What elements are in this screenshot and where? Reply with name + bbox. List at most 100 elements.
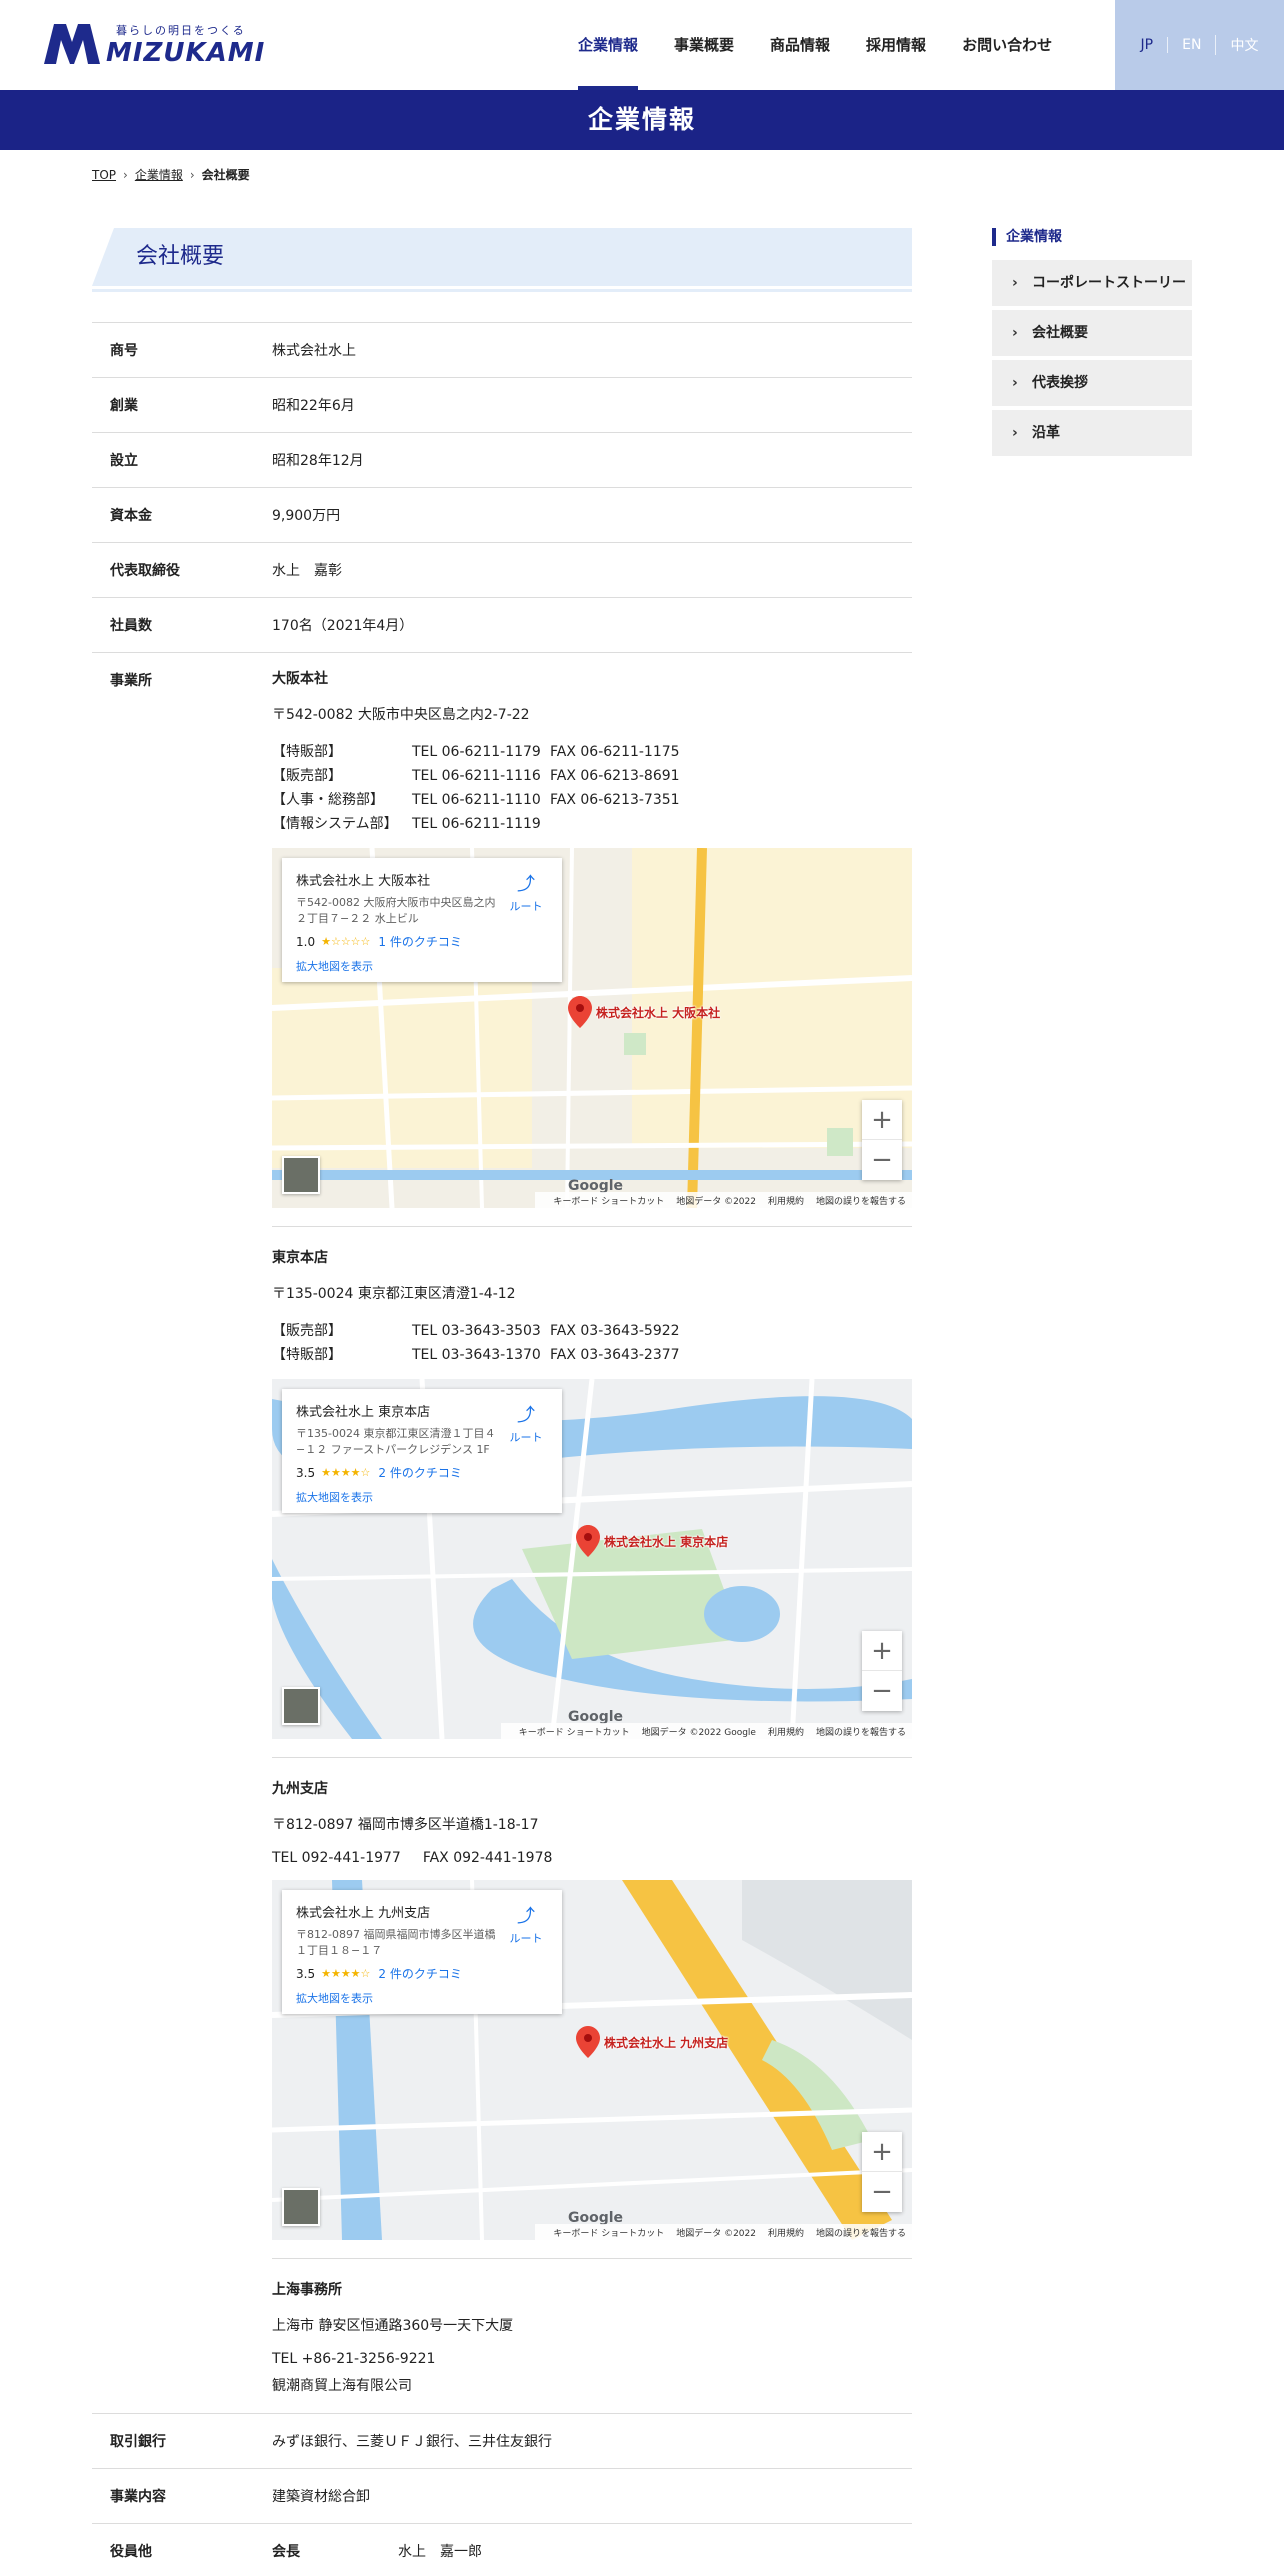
- keyboard-shortcuts-link[interactable]: キーボード ショートカット: [553, 2226, 664, 2239]
- terms-link[interactable]: 利用規約: [768, 2226, 804, 2239]
- view-larger-map-link[interactable]: 拡大地図を表示: [296, 1990, 548, 2006]
- map-pin-icon[interactable]: [568, 996, 592, 1028]
- report-error-link[interactable]: 地図の誤りを報告する: [816, 1194, 906, 1207]
- map-footer: キーボード ショートカット 地図データ ©2022 Google 利用規約 地図…: [500, 1723, 912, 1739]
- map-pin-label: 株式会社水上 九州支店: [604, 2036, 729, 2050]
- row-value: 会長 水上 嘉一郎: [230, 2523, 912, 2568]
- map-pin-icon[interactable]: [576, 2026, 600, 2058]
- route-button[interactable]: ⤴ ルート: [506, 1401, 546, 1445]
- breadcrumb-company-info[interactable]: 企業情報: [135, 166, 183, 183]
- map-zoom-control: + −: [862, 1631, 902, 1711]
- map-place-address: 〒812-0897 福岡県福岡市博多区半道橋１丁目１８−１７: [296, 1928, 496, 1957]
- map-zoom-control: + −: [862, 2132, 902, 2212]
- lang-en[interactable]: EN: [1167, 37, 1215, 53]
- row-label: 事業内容: [92, 2468, 230, 2524]
- zoom-in-button[interactable]: +: [862, 2132, 902, 2172]
- office-address: 〒135-0024 東京都江東区清澄1-4-12: [272, 1286, 516, 1302]
- row-value: 昭和22年6月: [230, 377, 912, 433]
- map-place-address: 〒542-0082 大阪府大阪市中央区島之内２丁目７−２２ 水上ビル: [296, 896, 496, 925]
- report-error-link[interactable]: 地図の誤りを報告する: [816, 2226, 906, 2239]
- map-satellite-toggle[interactable]: [282, 2188, 320, 2226]
- table-row: 代表取締役 水上 嘉彰: [92, 542, 912, 598]
- breadcrumb-top[interactable]: TOP: [92, 168, 116, 182]
- officer-row: 会長 水上 嘉一郎: [272, 2541, 912, 2561]
- section-heading: 会社概要: [92, 228, 912, 292]
- map-pin-icon[interactable]: [576, 1525, 600, 1557]
- row-value: 建築資材総合卸: [230, 2468, 912, 2524]
- route-button[interactable]: ⤴ ルート: [506, 870, 546, 914]
- office-name: 東京本店: [272, 1250, 328, 1266]
- contact-row: 【特販部】 TEL 03-3643-1370 FAX 03-3643-2377: [272, 1347, 680, 1363]
- nav-company-info[interactable]: 企業情報: [560, 0, 656, 90]
- lang-jp[interactable]: JP: [1127, 37, 1168, 53]
- office-name: 九州支店: [272, 1781, 328, 1797]
- row-value: 株式会社水上: [230, 322, 912, 378]
- contact-row: 【販売部】 TEL 06-6211-1116 FAX 06-6213-8691: [272, 768, 680, 784]
- directions-icon: ⤴: [517, 874, 535, 895]
- map-reviews-link[interactable]: 2 件のクチコミ: [378, 1464, 461, 1481]
- site-header: 暮らしの明日をつくる MIZUKAMI 企業情報 事業概要 商品情報 採用情報 …: [0, 0, 1284, 90]
- map-osaka[interactable]: 株式会社水上 大阪本社 〒542-0082 大阪府大阪市中央区島之内２丁目７−２…: [272, 848, 912, 1208]
- table-row-offices: 事業所 大阪本社 〒542-0082 大阪市中央区島之内2-7-22 【特販部】…: [92, 652, 912, 2414]
- sidebar-item-greeting[interactable]: 代表挨拶: [992, 360, 1192, 406]
- directions-icon: ⤴: [517, 1405, 535, 1426]
- map-rating: 3.5 ★★★★☆ 2 件のクチコミ: [296, 1464, 462, 1481]
- map-reviews-link[interactable]: 1 件のクチコミ: [378, 933, 461, 950]
- nav-contact[interactable]: お問い合わせ: [944, 0, 1070, 90]
- zoom-out-button[interactable]: −: [862, 2172, 902, 2212]
- map-satellite-toggle[interactable]: [282, 1156, 320, 1194]
- map-info-card: 株式会社水上 大阪本社 〒542-0082 大阪府大阪市中央区島之内２丁目７−２…: [282, 858, 562, 982]
- terms-link[interactable]: 利用規約: [768, 1194, 804, 1207]
- office-address: 〒542-0082 大阪市中央区島之内2-7-22: [272, 707, 530, 723]
- zoom-out-button[interactable]: −: [862, 1671, 902, 1711]
- main-nav: 企業情報 事業概要 商品情報 採用情報 お問い合わせ: [560, 0, 1070, 90]
- row-label: 設立: [92, 432, 230, 488]
- breadcrumb-current: 会社概要: [201, 168, 250, 182]
- keyboard-shortcuts-link[interactable]: キーボード ショートカット: [553, 1194, 664, 1207]
- chevron-right-icon: ›: [189, 167, 195, 182]
- nav-business-overview[interactable]: 事業概要: [656, 0, 752, 90]
- zoom-out-button[interactable]: −: [862, 1140, 902, 1180]
- zoom-in-button[interactable]: +: [862, 1631, 902, 1671]
- map-place-title: 株式会社水上 東京本店: [296, 1405, 431, 1420]
- company-logo[interactable]: 暮らしの明日をつくる MIZUKAMI: [44, 22, 264, 68]
- map-kyushu[interactable]: 株式会社水上 九州支店 〒812-0897 福岡県福岡市博多区半道橋１丁目１８−…: [272, 1880, 912, 2240]
- lang-zh[interactable]: 中文: [1215, 35, 1272, 55]
- contact-row: 【販売部】 TEL 03-3643-3503 FAX 03-3643-5922: [272, 1323, 680, 1339]
- chevron-right-icon: ›: [123, 167, 128, 182]
- map-satellite-toggle[interactable]: [282, 1687, 320, 1725]
- breadcrumb: TOP › 企業情報 › 会社概要: [92, 166, 250, 183]
- map-place-title: 株式会社水上 九州支店: [296, 1906, 431, 1921]
- office-address: 上海市 静安区恒通路360号一天下大厦: [272, 2318, 514, 2334]
- map-footer: キーボード ショートカット 地図データ ©2022 利用規約 地図の誤りを報告す…: [535, 1192, 912, 1208]
- sidebar-item-corporate-story[interactable]: コーポレートストーリー: [992, 260, 1192, 306]
- map-rating: 1.0 ★☆☆☆☆ 1 件のクチコミ: [296, 933, 462, 950]
- offices-cell: 大阪本社 〒542-0082 大阪市中央区島之内2-7-22 【特販部】 TEL…: [230, 652, 912, 2414]
- keyboard-shortcuts-link[interactable]: キーボード ショートカット: [519, 1725, 630, 1738]
- view-larger-map-link[interactable]: 拡大地図を表示: [296, 958, 548, 974]
- row-label: 資本金: [92, 487, 230, 543]
- map-place-title: 株式会社水上 大阪本社: [296, 874, 431, 889]
- map-reviews-link[interactable]: 2 件のクチコミ: [378, 1965, 461, 1982]
- zoom-in-button[interactable]: +: [862, 1100, 902, 1140]
- view-larger-map-link[interactable]: 拡大地図を表示: [296, 1489, 548, 1505]
- sidebar-item-company-profile[interactable]: 会社概要: [992, 310, 1192, 356]
- office-tel: TEL +86-21-3256-9221: [272, 2351, 436, 2367]
- report-error-link[interactable]: 地図の誤りを報告する: [816, 1725, 906, 1738]
- star-rating-icon: ★☆☆☆☆: [321, 935, 371, 948]
- sidebar-item-history[interactable]: 沿革: [992, 410, 1192, 456]
- row-label: 商号: [92, 322, 230, 378]
- sidebar-title[interactable]: 企業情報: [992, 228, 1192, 246]
- row-value: 170名（2021年4月）: [230, 597, 912, 653]
- office-company-name: 観潮商貿上海有限公司: [272, 2378, 412, 2394]
- nav-recruit[interactable]: 採用情報: [848, 0, 944, 90]
- row-label: 社員数: [92, 597, 230, 653]
- map-footer: キーボード ショートカット 地図データ ©2022 利用規約 地図の誤りを報告す…: [535, 2224, 912, 2240]
- terms-link[interactable]: 利用規約: [768, 1725, 804, 1738]
- nav-products[interactable]: 商品情報: [752, 0, 848, 90]
- route-button[interactable]: ⤴ ルート: [506, 1902, 546, 1946]
- map-tokyo[interactable]: 株式会社水上 東京本店 〒135-0024 東京都江東区清澄１丁目４−１２ ファ…: [272, 1379, 912, 1739]
- row-value: 水上 嘉彰: [230, 542, 912, 598]
- star-rating-icon: ★★★★☆: [321, 1967, 371, 1980]
- contact-row: 【特販部】 TEL 06-6211-1179 FAX 06-6211-1175: [272, 744, 680, 760]
